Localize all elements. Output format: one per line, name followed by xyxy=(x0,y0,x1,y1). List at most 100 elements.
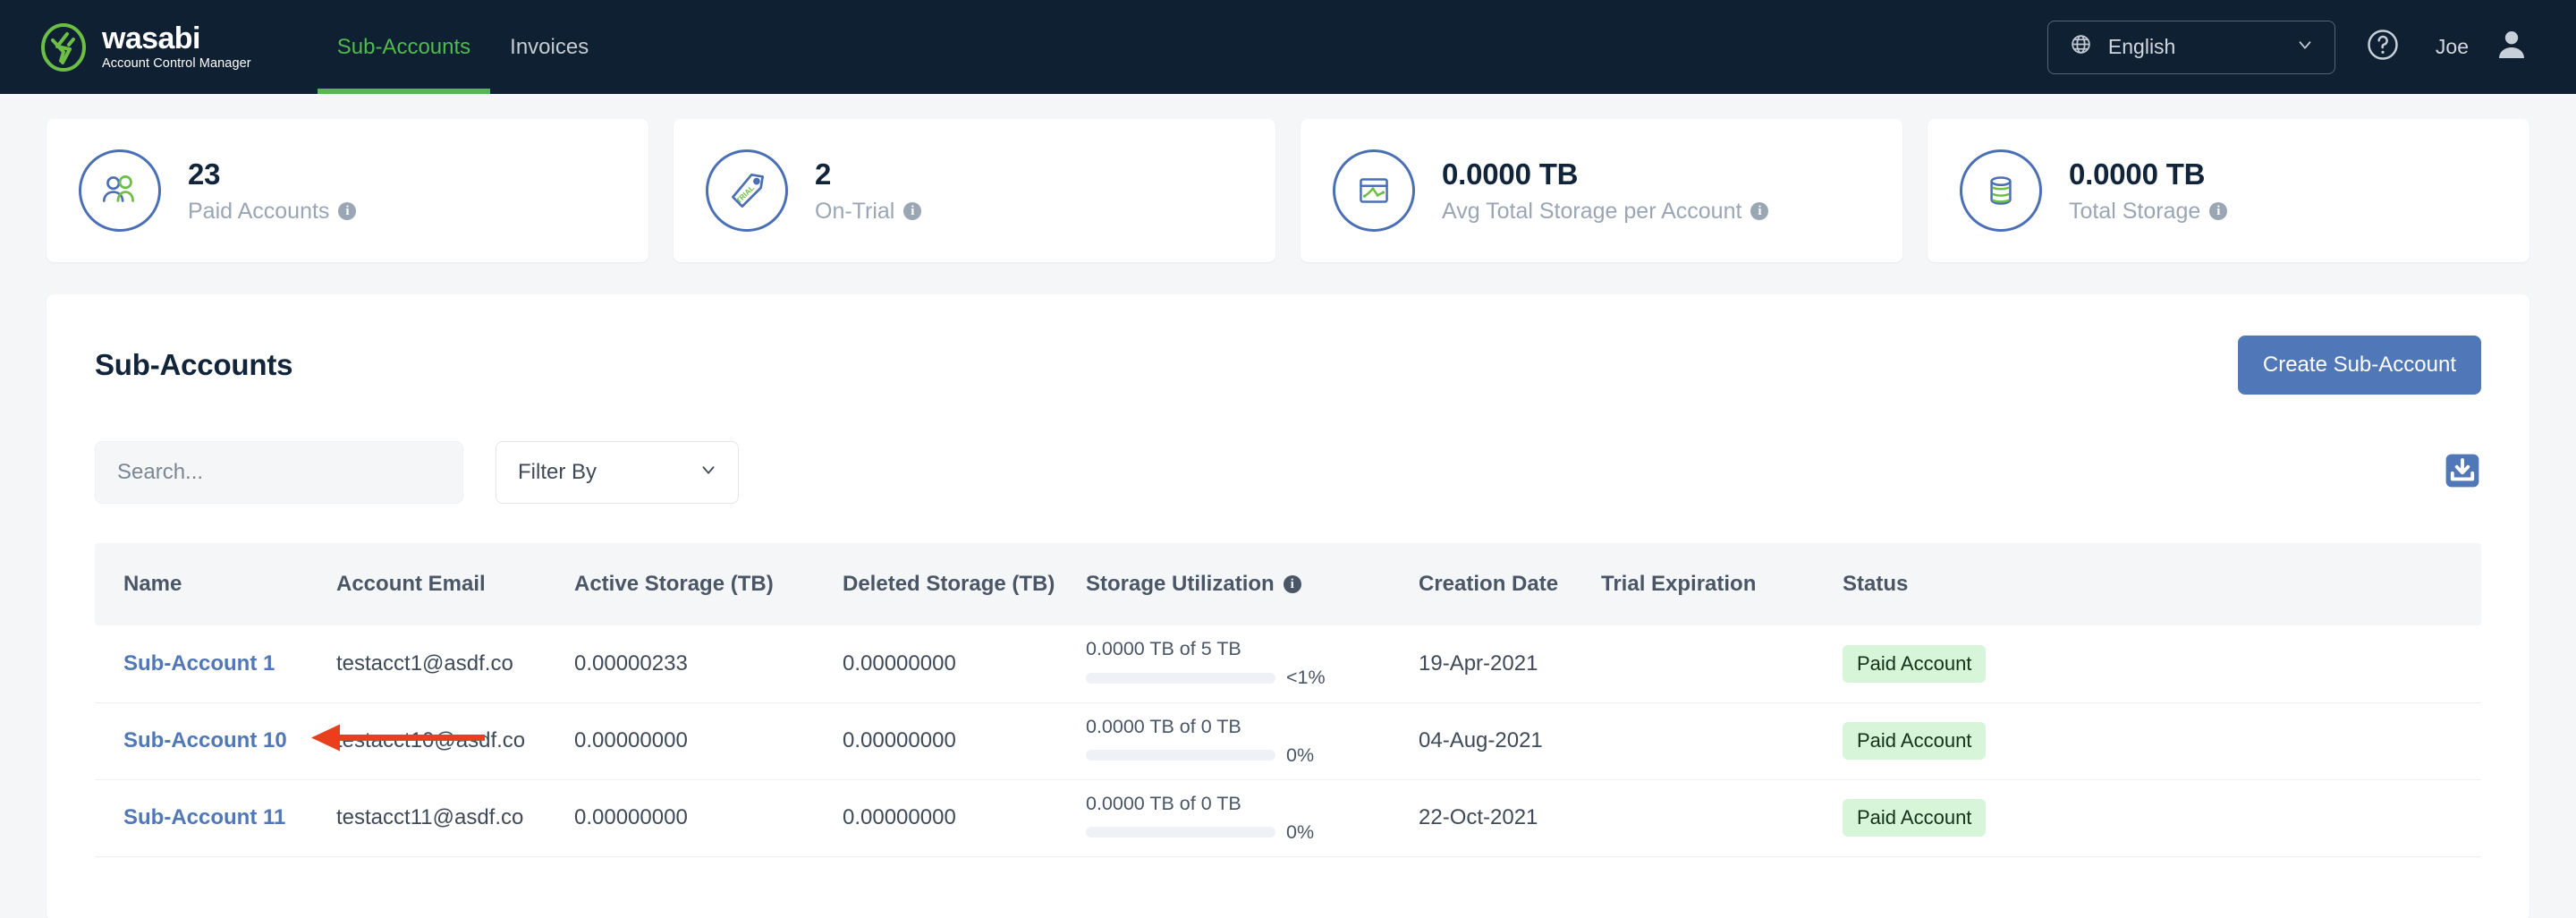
info-icon[interactable]: i xyxy=(338,202,357,220)
cell-account-email: testacct10@asdf.co xyxy=(336,702,574,780)
table-controls: Filter By xyxy=(47,395,2529,504)
user-name-label[interactable]: Joe xyxy=(2436,35,2469,59)
brand-logo[interactable]: wasabi Account Control Manager xyxy=(39,21,251,72)
storage-utilization-percent: 0% xyxy=(1286,820,1315,843)
search-input[interactable] xyxy=(95,441,463,504)
page-title: Sub-Accounts xyxy=(95,348,293,381)
brand-name: wasabi xyxy=(102,21,200,55)
column-header-active-storage[interactable]: Active Storage (TB) xyxy=(574,543,843,625)
stat-label-on-trial: On-Trial i xyxy=(815,198,922,225)
avatar[interactable] xyxy=(2492,28,2531,67)
cell-name: Sub-Account 10 xyxy=(95,702,485,780)
stat-card-on-trial: TRIAL 2 On-Trial i xyxy=(674,119,1275,262)
stat-label-text: On-Trial xyxy=(815,198,895,224)
info-icon[interactable]: i xyxy=(1283,575,1301,593)
nav-tab-invoices[interactable]: Invoices xyxy=(490,0,608,94)
sub-account-link[interactable]: Sub-Account 10 xyxy=(123,728,287,753)
column-header-name[interactable]: Name xyxy=(95,543,336,625)
column-header-active-storage-label: Active Storage (TB) xyxy=(574,572,774,596)
filter-by-label: Filter By xyxy=(518,460,597,484)
cell-status: Paid Account xyxy=(1843,779,2481,857)
create-sub-account-button[interactable]: Create Sub-Account xyxy=(2237,336,2481,395)
language-value: English xyxy=(2107,35,2176,58)
help-button[interactable] xyxy=(2362,27,2403,68)
column-header-trial-expiration[interactable]: Trial Expiration xyxy=(1601,543,1843,625)
cell-name: Sub-Account 1 xyxy=(95,625,336,703)
cell-trial-expiration xyxy=(1601,625,1843,703)
cell-active-storage: 0.00000000 xyxy=(574,779,843,857)
info-icon[interactable]: i xyxy=(1750,202,1769,220)
top-navigation-bar: wasabi Account Control Manager Sub-Accou… xyxy=(0,0,2576,94)
stat-value-avg-storage: 0.0000 TB xyxy=(1442,157,1579,191)
status-badge: Paid Account xyxy=(1843,644,1987,683)
table-row[interactable]: Sub-Account 11 testacct11@asdf.co 0.0000… xyxy=(95,779,2481,857)
cell-account-email: testacct11@asdf.co xyxy=(336,779,574,857)
storage-utilization-bar xyxy=(1086,750,1275,761)
info-icon[interactable]: i xyxy=(2209,202,2228,220)
column-header-storage-utilization[interactable]: Storage Utilization i xyxy=(1086,543,1419,625)
nav-tab-sub-accounts[interactable]: Sub-Accounts xyxy=(317,0,491,94)
storage-utilization-bar xyxy=(1086,672,1275,684)
cell-creation-date: 04-Aug-2021 xyxy=(1419,702,1601,780)
trial-tag-icon: TRIAL xyxy=(706,149,788,232)
cell-name: Sub-Account 11 xyxy=(95,779,336,857)
nav-right-group: English Joe xyxy=(2046,20,2531,74)
status-badge: Paid Account xyxy=(1843,722,1987,760)
stat-label-text: Total Storage xyxy=(2069,198,2201,224)
column-header-creation-date[interactable]: Creation Date xyxy=(1419,543,1601,625)
table-header-row: Name Account Email Active Storage (TB) D… xyxy=(95,543,2481,625)
stat-label-text: Avg Total Storage per Account xyxy=(1442,198,1742,224)
cell-creation-date: 19-Apr-2021 xyxy=(1419,625,1601,703)
cell-active-storage: 0.00000000 xyxy=(574,702,843,780)
cell-deleted-storage: 0.00000000 xyxy=(843,779,1086,857)
stat-label-avg-storage: Avg Total Storage per Account i xyxy=(1442,198,1769,225)
database-icon xyxy=(1960,149,2042,232)
table-row[interactable]: Sub-Account 1 testacct1@asdf.co 0.000002… xyxy=(95,625,2481,703)
cell-status: Paid Account xyxy=(1843,625,2481,703)
storage-utilization-percent: 0% xyxy=(1286,744,1315,766)
storage-utilization-percent: <1% xyxy=(1286,667,1326,689)
storage-utilization-text: 0.0000 TB of 0 TB xyxy=(1086,715,1241,737)
cell-creation-date: 22-Oct-2021 xyxy=(1419,779,1601,857)
user-avatar-icon xyxy=(2494,27,2529,67)
cell-storage-utilization: 0.0000 TB of 0 TB 0% xyxy=(1086,779,1419,857)
sub-account-link[interactable]: Sub-Account 1 xyxy=(123,651,275,676)
filter-by-dropdown[interactable]: Filter By xyxy=(496,441,739,504)
sub-account-link[interactable]: Sub-Account 11 xyxy=(123,805,285,830)
chevron-down-icon xyxy=(699,460,718,486)
column-header-name-label: Name xyxy=(123,572,182,596)
wasabi-logo-icon xyxy=(39,22,88,72)
help-circle-icon xyxy=(2365,27,2401,67)
column-header-trial-expiration-label: Trial Expiration xyxy=(1601,572,1757,596)
stat-value-on-trial: 2 xyxy=(815,157,832,191)
chart-window-icon xyxy=(1333,149,1415,232)
column-header-account-email[interactable]: Account Email xyxy=(336,543,574,625)
globe-icon xyxy=(2070,33,2092,61)
cell-status: Paid Account xyxy=(1843,702,2481,780)
sub-accounts-table: Name Account Email Active Storage (TB) D… xyxy=(95,543,2481,857)
brand-tagline: Account Control Manager xyxy=(102,56,251,72)
table-body: Sub-Account 1 testacct1@asdf.co 0.000002… xyxy=(95,625,2481,857)
column-header-creation-date-label: Creation Date xyxy=(1419,572,1559,596)
table-row[interactable]: Sub-Account 10 testacct10@asdf.co 0.0000… xyxy=(95,702,2481,780)
cell-account-email: testacct1@asdf.co xyxy=(336,625,574,703)
storage-utilization-bar xyxy=(1086,827,1275,837)
cell-trial-expiration xyxy=(1601,702,1843,780)
stat-value-total-storage: 0.0000 TB xyxy=(2069,157,2206,191)
column-header-status[interactable]: Status xyxy=(1843,543,2481,625)
language-selector[interactable]: English xyxy=(2046,20,2335,74)
stat-value-paid-accounts: 23 xyxy=(188,157,221,191)
export-download-button[interactable] xyxy=(2444,454,2481,491)
stat-label-total-storage: Total Storage i xyxy=(2069,198,2228,225)
column-header-deleted-storage[interactable]: Deleted Storage (TB) xyxy=(843,543,1086,625)
info-icon[interactable]: i xyxy=(903,202,922,220)
cell-active-storage: 0.00000233 xyxy=(574,625,843,703)
cell-storage-utilization: 0.0000 TB of 0 TB 0% xyxy=(1086,702,1419,780)
cell-deleted-storage: 0.00000000 xyxy=(843,702,1086,780)
stat-label-text: Paid Accounts xyxy=(188,198,330,224)
sub-accounts-table-wrapper: Name Account Email Active Storage (TB) D… xyxy=(47,504,2529,857)
cell-storage-utilization: 0.0000 TB of 5 TB <1% xyxy=(1086,625,1419,703)
storage-utilization-text: 0.0000 TB of 0 TB xyxy=(1086,792,1241,814)
column-header-account-email-label: Account Email xyxy=(336,572,486,596)
chevron-down-icon xyxy=(2295,35,2315,60)
